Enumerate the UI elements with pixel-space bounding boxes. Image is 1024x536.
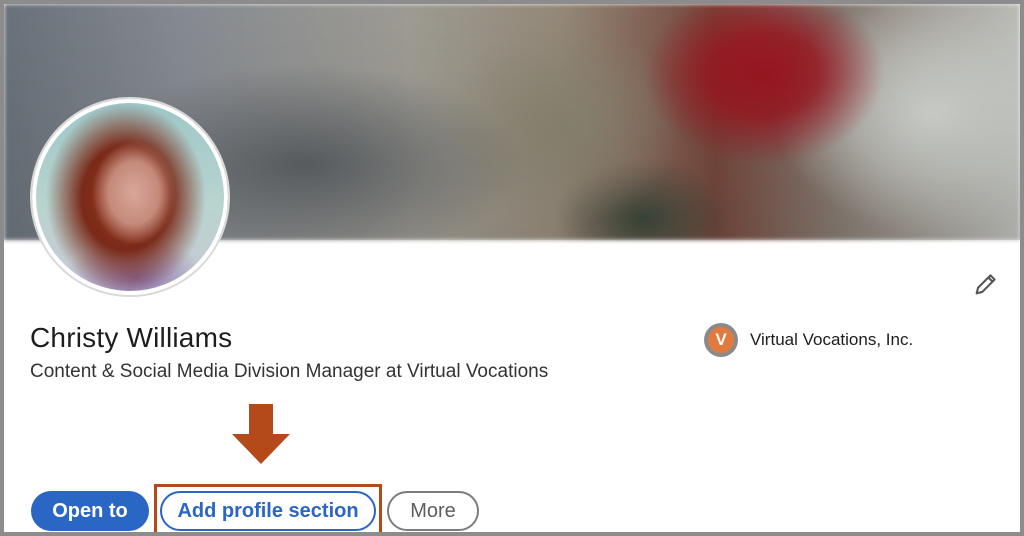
- company-logo-letter: V: [708, 327, 734, 353]
- company-name: Virtual Vocations, Inc.: [750, 330, 914, 349]
- profile-card: Christy Williams Content & Social Media …: [0, 0, 1024, 536]
- avatar[interactable]: [32, 99, 228, 295]
- open-to-button[interactable]: Open to: [31, 491, 149, 531]
- more-button[interactable]: More: [387, 491, 479, 531]
- profile-name: Christy Williams: [30, 322, 233, 353]
- pencil-icon-graphic: [975, 274, 996, 295]
- company-logo: V: [704, 323, 738, 357]
- arrow-down-icon: [232, 404, 290, 464]
- profile-headline: Content & Social Media Division Manager …: [30, 361, 549, 382]
- add-profile-section-button[interactable]: Add profile section: [160, 491, 376, 531]
- company-link[interactable]: V Virtual Vocations, Inc.: [704, 322, 913, 358]
- pencil-icon[interactable]: [968, 266, 1004, 302]
